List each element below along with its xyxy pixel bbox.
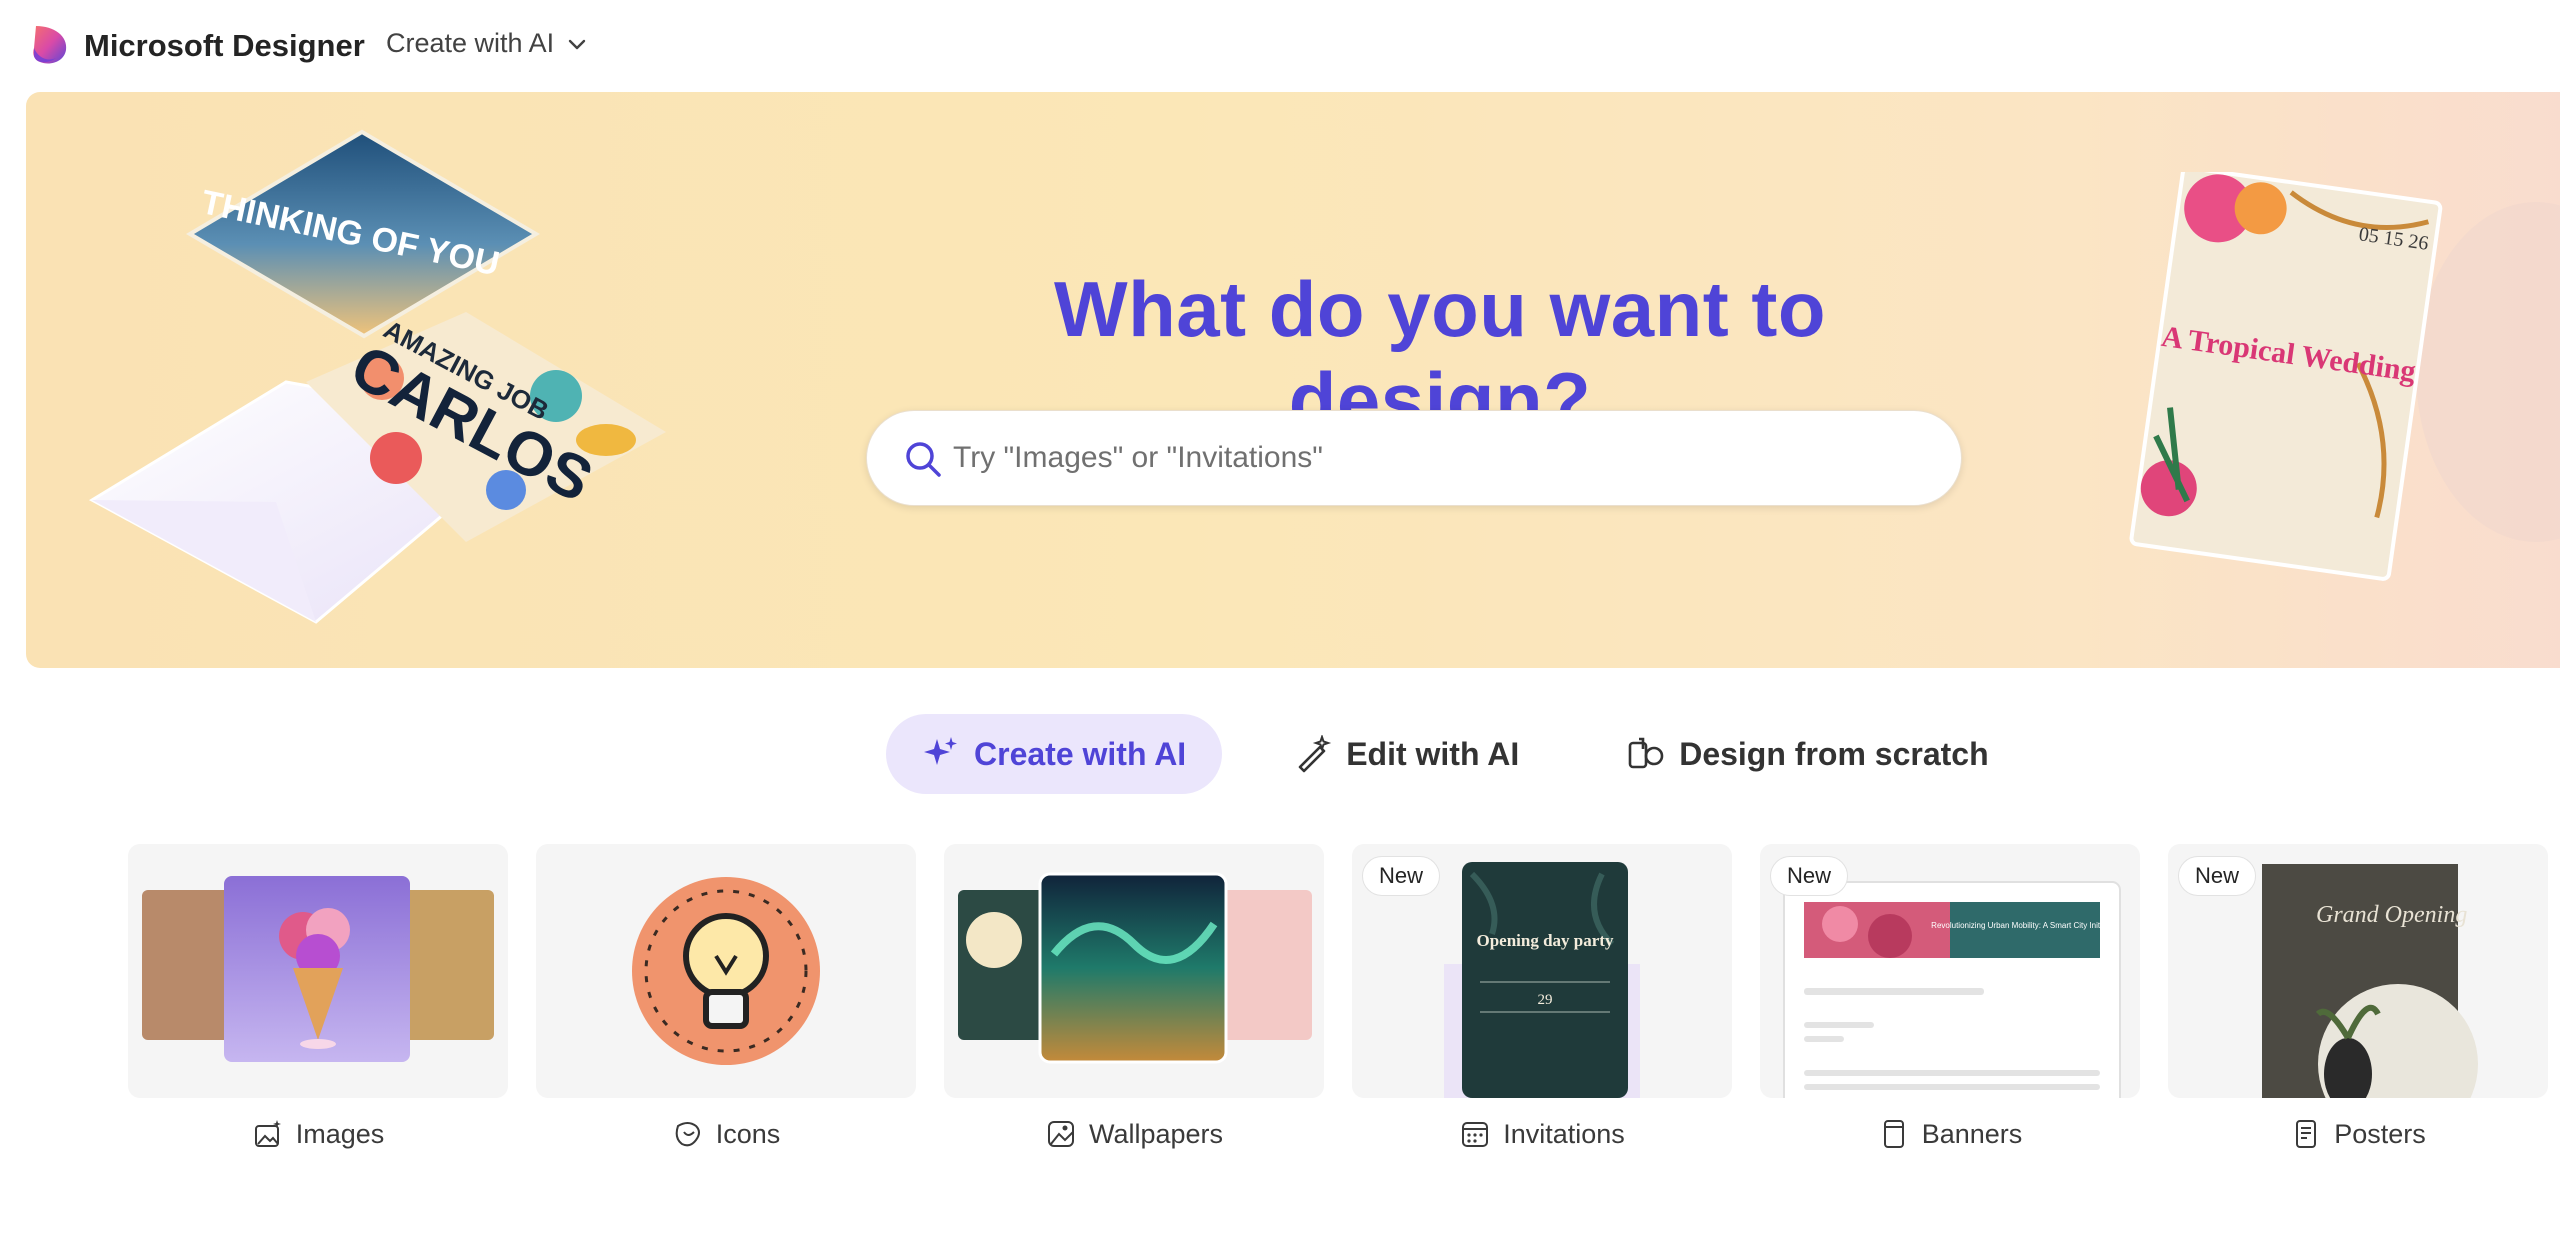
design-search-bar[interactable] — [866, 410, 1962, 506]
category-label-text: Posters — [2334, 1118, 2426, 1149]
calendar-icon — [1462, 1122, 1489, 1147]
sticker-icon — [675, 1122, 700, 1147]
brand-name: Microsoft Designer — [84, 28, 365, 63]
category-card-wallpapers[interactable] — [944, 844, 1324, 1098]
tab-label: Edit with AI — [1346, 735, 1520, 772]
category-label-invitations[interactable]: Invitations — [1352, 1118, 1732, 1150]
document-icon — [2296, 1120, 2317, 1148]
category-label-posters[interactable]: Posters — [2168, 1118, 2548, 1150]
poster-title: Grand Opening — [2316, 902, 2467, 928]
category-label-text: Banners — [1921, 1118, 2023, 1149]
category-label-wallpapers[interactable]: Wallpapers — [944, 1118, 1324, 1150]
category-label-images[interactable]: Images — [128, 1118, 508, 1150]
tab-design-from-scratch[interactable]: Design from scratch — [1591, 714, 2024, 794]
tab-edit-with-ai[interactable]: Edit with AI — [1258, 714, 1555, 794]
icons-preview — [632, 877, 820, 1065]
category-label-banners[interactable]: Banners — [1760, 1118, 2140, 1150]
invite-title: Opening day party — [1477, 931, 1614, 950]
new-badge: New — [1770, 856, 1849, 896]
wallpapers-preview — [958, 872, 1312, 1064]
top-bar: Microsoft Designer Create with AI — [0, 0, 2560, 92]
mode-tabs: Create with AI Edit with AI Design from … — [886, 714, 2025, 794]
category-label-text: Invitations — [1503, 1118, 1625, 1149]
image-sparkle-icon — [254, 1120, 281, 1147]
magic-wand-icon — [1298, 735, 1332, 773]
sparkle-icon — [924, 737, 957, 765]
category-label-text: Images — [295, 1118, 385, 1149]
hero-banner: THINKING OF YOU AMAZING JOB CARLOS 05 15… — [26, 92, 2560, 668]
new-badge: New — [2178, 856, 2257, 896]
category-card-icons[interactable] — [536, 844, 916, 1098]
chevron-down-icon — [568, 39, 586, 49]
invite-day: 29 — [1538, 992, 1553, 1008]
microsoft-designer-logo[interactable] — [30, 24, 70, 66]
tab-create-with-ai[interactable]: Create with AI — [886, 714, 1223, 794]
tab-label: Create with AI — [974, 735, 1187, 772]
search-input[interactable] — [953, 411, 1933, 505]
shapes-icon — [1628, 737, 1664, 769]
greeting-cards-illustration: THINKING OF YOU AMAZING JOB CARLOS — [88, 129, 666, 624]
category-card-invitations[interactable]: Opening day party 29 New — [1352, 844, 1732, 1098]
category-label-text: Icons — [715, 1118, 781, 1149]
category-label-icons[interactable]: Icons — [536, 1118, 916, 1150]
wallpaper-icon — [1047, 1121, 1074, 1147]
category-label-text: Wallpapers — [1088, 1118, 1224, 1149]
mode-dropdown[interactable]: Create with AI — [386, 28, 588, 59]
category-card-banners[interactable]: Revolutionizing Urban Mobility: A Smart … — [1760, 844, 2140, 1098]
search-icon — [906, 442, 941, 477]
wedding-invitation-illustration: 05 15 26 A Tropical Wedding — [2129, 172, 2560, 581]
banner-title: Revolutionizing Urban Mobility: A Smart … — [1931, 921, 2119, 930]
mode-dropdown-label: Create with AI — [386, 28, 555, 58]
phone-banner-icon — [1883, 1120, 1904, 1148]
category-card-posters[interactable]: Grand Opening New — [2168, 844, 2548, 1098]
new-badge: New — [1362, 856, 1441, 896]
category-card-images[interactable] — [128, 844, 508, 1098]
images-preview — [142, 876, 494, 1062]
tab-label: Design from scratch — [1679, 735, 1989, 772]
